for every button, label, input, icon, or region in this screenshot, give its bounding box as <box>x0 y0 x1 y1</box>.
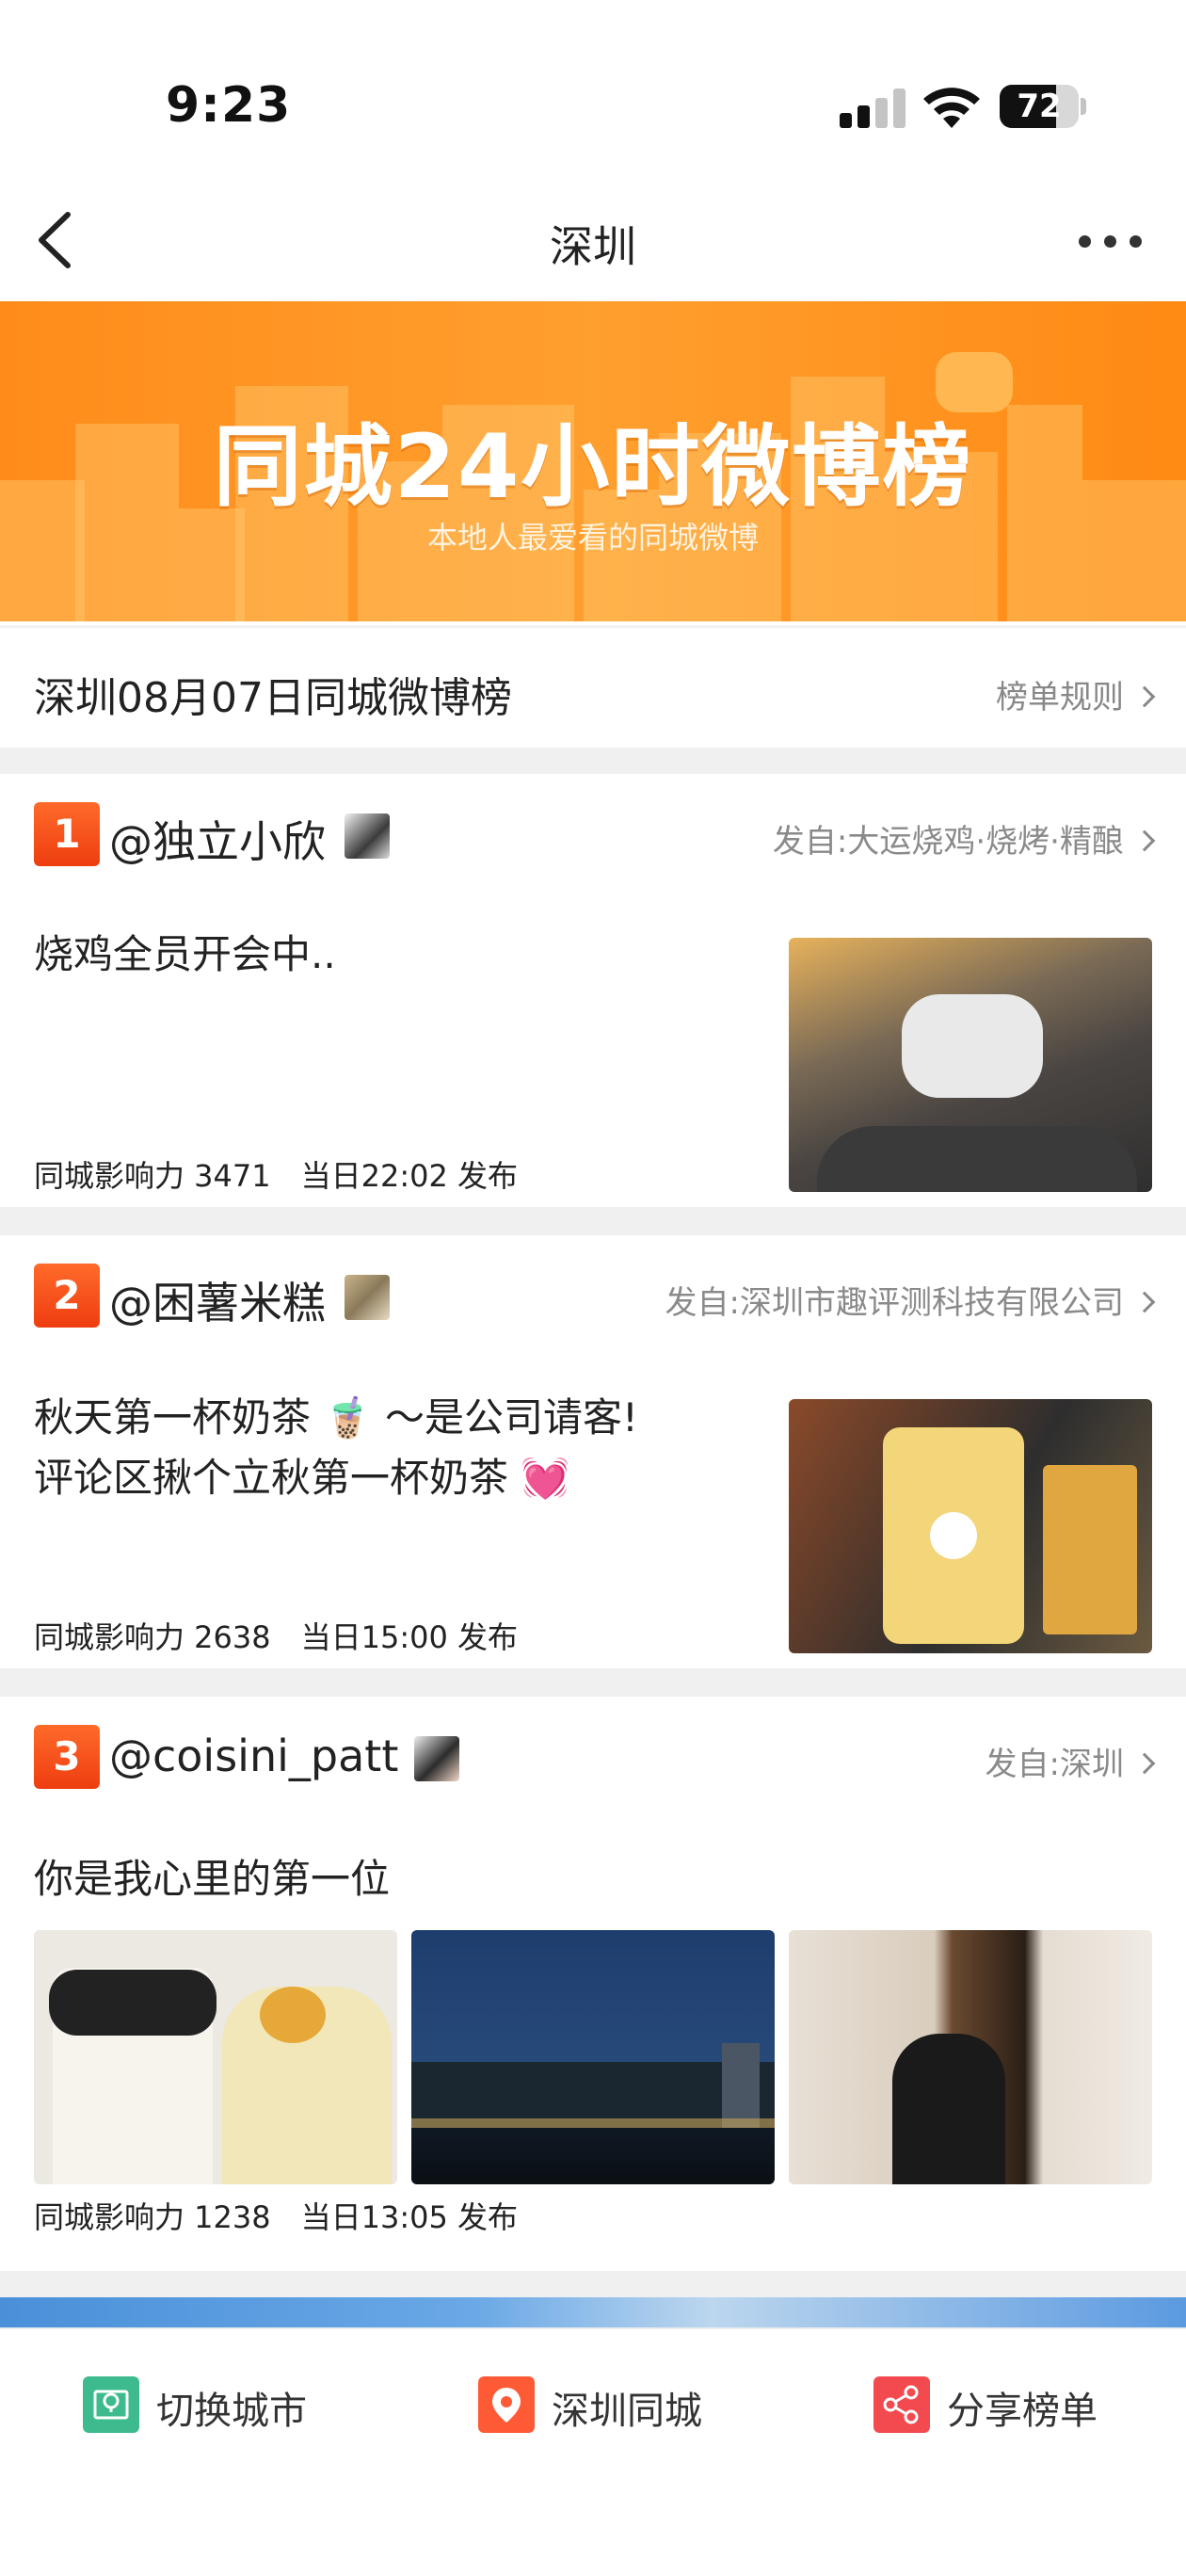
nav-bar: 深圳 <box>0 179 1186 301</box>
rank-badge: 3 <box>34 1725 100 1789</box>
post-source[interactable]: 发自:深圳市趣评测科技有限公司 <box>665 1277 1156 1323</box>
author-name[interactable]: @困薯米糕 <box>109 1269 326 1331</box>
bottom-bar: 切换城市 深圳同城 分享榜单 <box>0 2327 1186 2576</box>
divider <box>0 1668 1186 1697</box>
avatar[interactable] <box>345 813 390 859</box>
cellular-signal-icon <box>840 87 906 128</box>
page-title: 深圳 <box>550 221 636 272</box>
post-source[interactable]: 发自:深圳 <box>986 1738 1156 1784</box>
banner-title: 同城24小时微博榜 <box>213 416 973 519</box>
post-content[interactable]: 烧鸡全员开会中.. <box>34 925 336 985</box>
avatar[interactable] <box>345 1275 390 1320</box>
post-content[interactable]: 你是我心里的第一位 <box>34 1849 390 1909</box>
post-source[interactable]: 发自:大运烧鸡·烧烤·精酿 <box>773 815 1156 861</box>
location-icon <box>478 2376 535 2433</box>
ranking-title: 深圳08月07日同城微博榜 <box>34 674 512 722</box>
more-options-icon[interactable] <box>1079 226 1145 254</box>
rank-badge: 2 <box>34 1264 100 1328</box>
chevron-right-icon <box>1133 1752 1156 1775</box>
chevron-right-icon <box>1133 685 1156 708</box>
switch-city-button[interactable]: 切换城市 <box>83 2375 346 2435</box>
divider <box>0 1207 1186 1235</box>
influence-score: 同城影响力 2638 <box>34 1619 271 1655</box>
influence-score: 同城影响力 1238 <box>34 2199 271 2235</box>
post-image[interactable] <box>789 1930 1152 2184</box>
rules-link[interactable]: 榜单规则 <box>996 671 1156 717</box>
author-name[interactable]: @独立小欣 <box>109 808 326 870</box>
post-image[interactable] <box>411 1930 775 2184</box>
status-bar: 9:23 72 <box>0 0 1186 179</box>
rules-label: 榜单规则 <box>996 679 1124 716</box>
share-list-label: 分享榜单 <box>947 2390 1098 2433</box>
banner-subtitle: 本地人最爱看的同城微博 <box>426 520 759 555</box>
share-list-button[interactable]: 分享榜单 <box>873 2375 1137 2435</box>
post-time: 当日15:00 发布 <box>300 1619 519 1655</box>
post-content[interactable]: 秋天第一杯奶茶 🧋 ～是公司请客! 评论区揪个立秋第一杯奶茶 💓 <box>34 1388 638 1508</box>
post-time: 当日22:02 发布 <box>300 1158 519 1194</box>
battery-percent: 72 <box>1017 88 1062 125</box>
map-pin-icon <box>83 2376 139 2433</box>
divider <box>0 748 1186 774</box>
post-meta: 同城影响力 3471 当日22:02 发布 <box>34 1152 518 1196</box>
influence-score: 同城影响力 3471 <box>34 1158 271 1194</box>
chevron-right-icon <box>1133 829 1156 852</box>
switch-city-label: 切换城市 <box>156 2390 307 2433</box>
share-icon <box>873 2376 930 2433</box>
wifi-icon <box>923 88 980 128</box>
post-meta: 同城影响力 2638 当日15:00 发布 <box>34 1614 518 1657</box>
rank-badge: 1 <box>34 802 100 866</box>
ranking-header: 深圳08月07日同城微博榜 榜单规则 <box>0 625 1186 748</box>
author-name[interactable]: @coisini_patt <box>109 1731 398 1781</box>
chevron-right-icon <box>1133 1291 1156 1313</box>
divider <box>0 2271 1186 2299</box>
battery-icon: 72 <box>1000 85 1086 128</box>
local-city-label: 深圳同城 <box>552 2390 702 2433</box>
ad-banner[interactable] <box>0 2297 1186 2329</box>
avatar[interactable] <box>414 1736 459 1781</box>
status-time: 9:23 <box>166 77 292 134</box>
ranking-entry-2[interactable]: 2 @困薯米糕 发自:深圳市趣评测科技有限公司 秋天第一杯奶茶 🧋 ～是公司请客… <box>0 1235 1186 1668</box>
post-image[interactable] <box>789 1399 1152 1653</box>
local-city-button[interactable]: 深圳同城 <box>478 2375 742 2435</box>
post-image[interactable] <box>789 938 1152 1192</box>
post-meta: 同城影响力 1238 当日13:05 发布 <box>34 2194 518 2237</box>
banner: 同城24小时微博榜 本地人最爱看的同城微博 <box>0 301 1186 621</box>
post-image[interactable] <box>34 1930 397 2184</box>
post-time: 当日13:05 发布 <box>300 2199 519 2235</box>
ranking-entry-1[interactable]: 1 @独立小欣 发自:大运烧鸡·烧烤·精酿 烧鸡全员开会中.. 同城影响力 34… <box>0 774 1186 1207</box>
ranking-entry-3[interactable]: 3 @coisini_patt 发自:深圳 你是我心里的第一位 同城影响力 12… <box>0 1697 1186 2271</box>
